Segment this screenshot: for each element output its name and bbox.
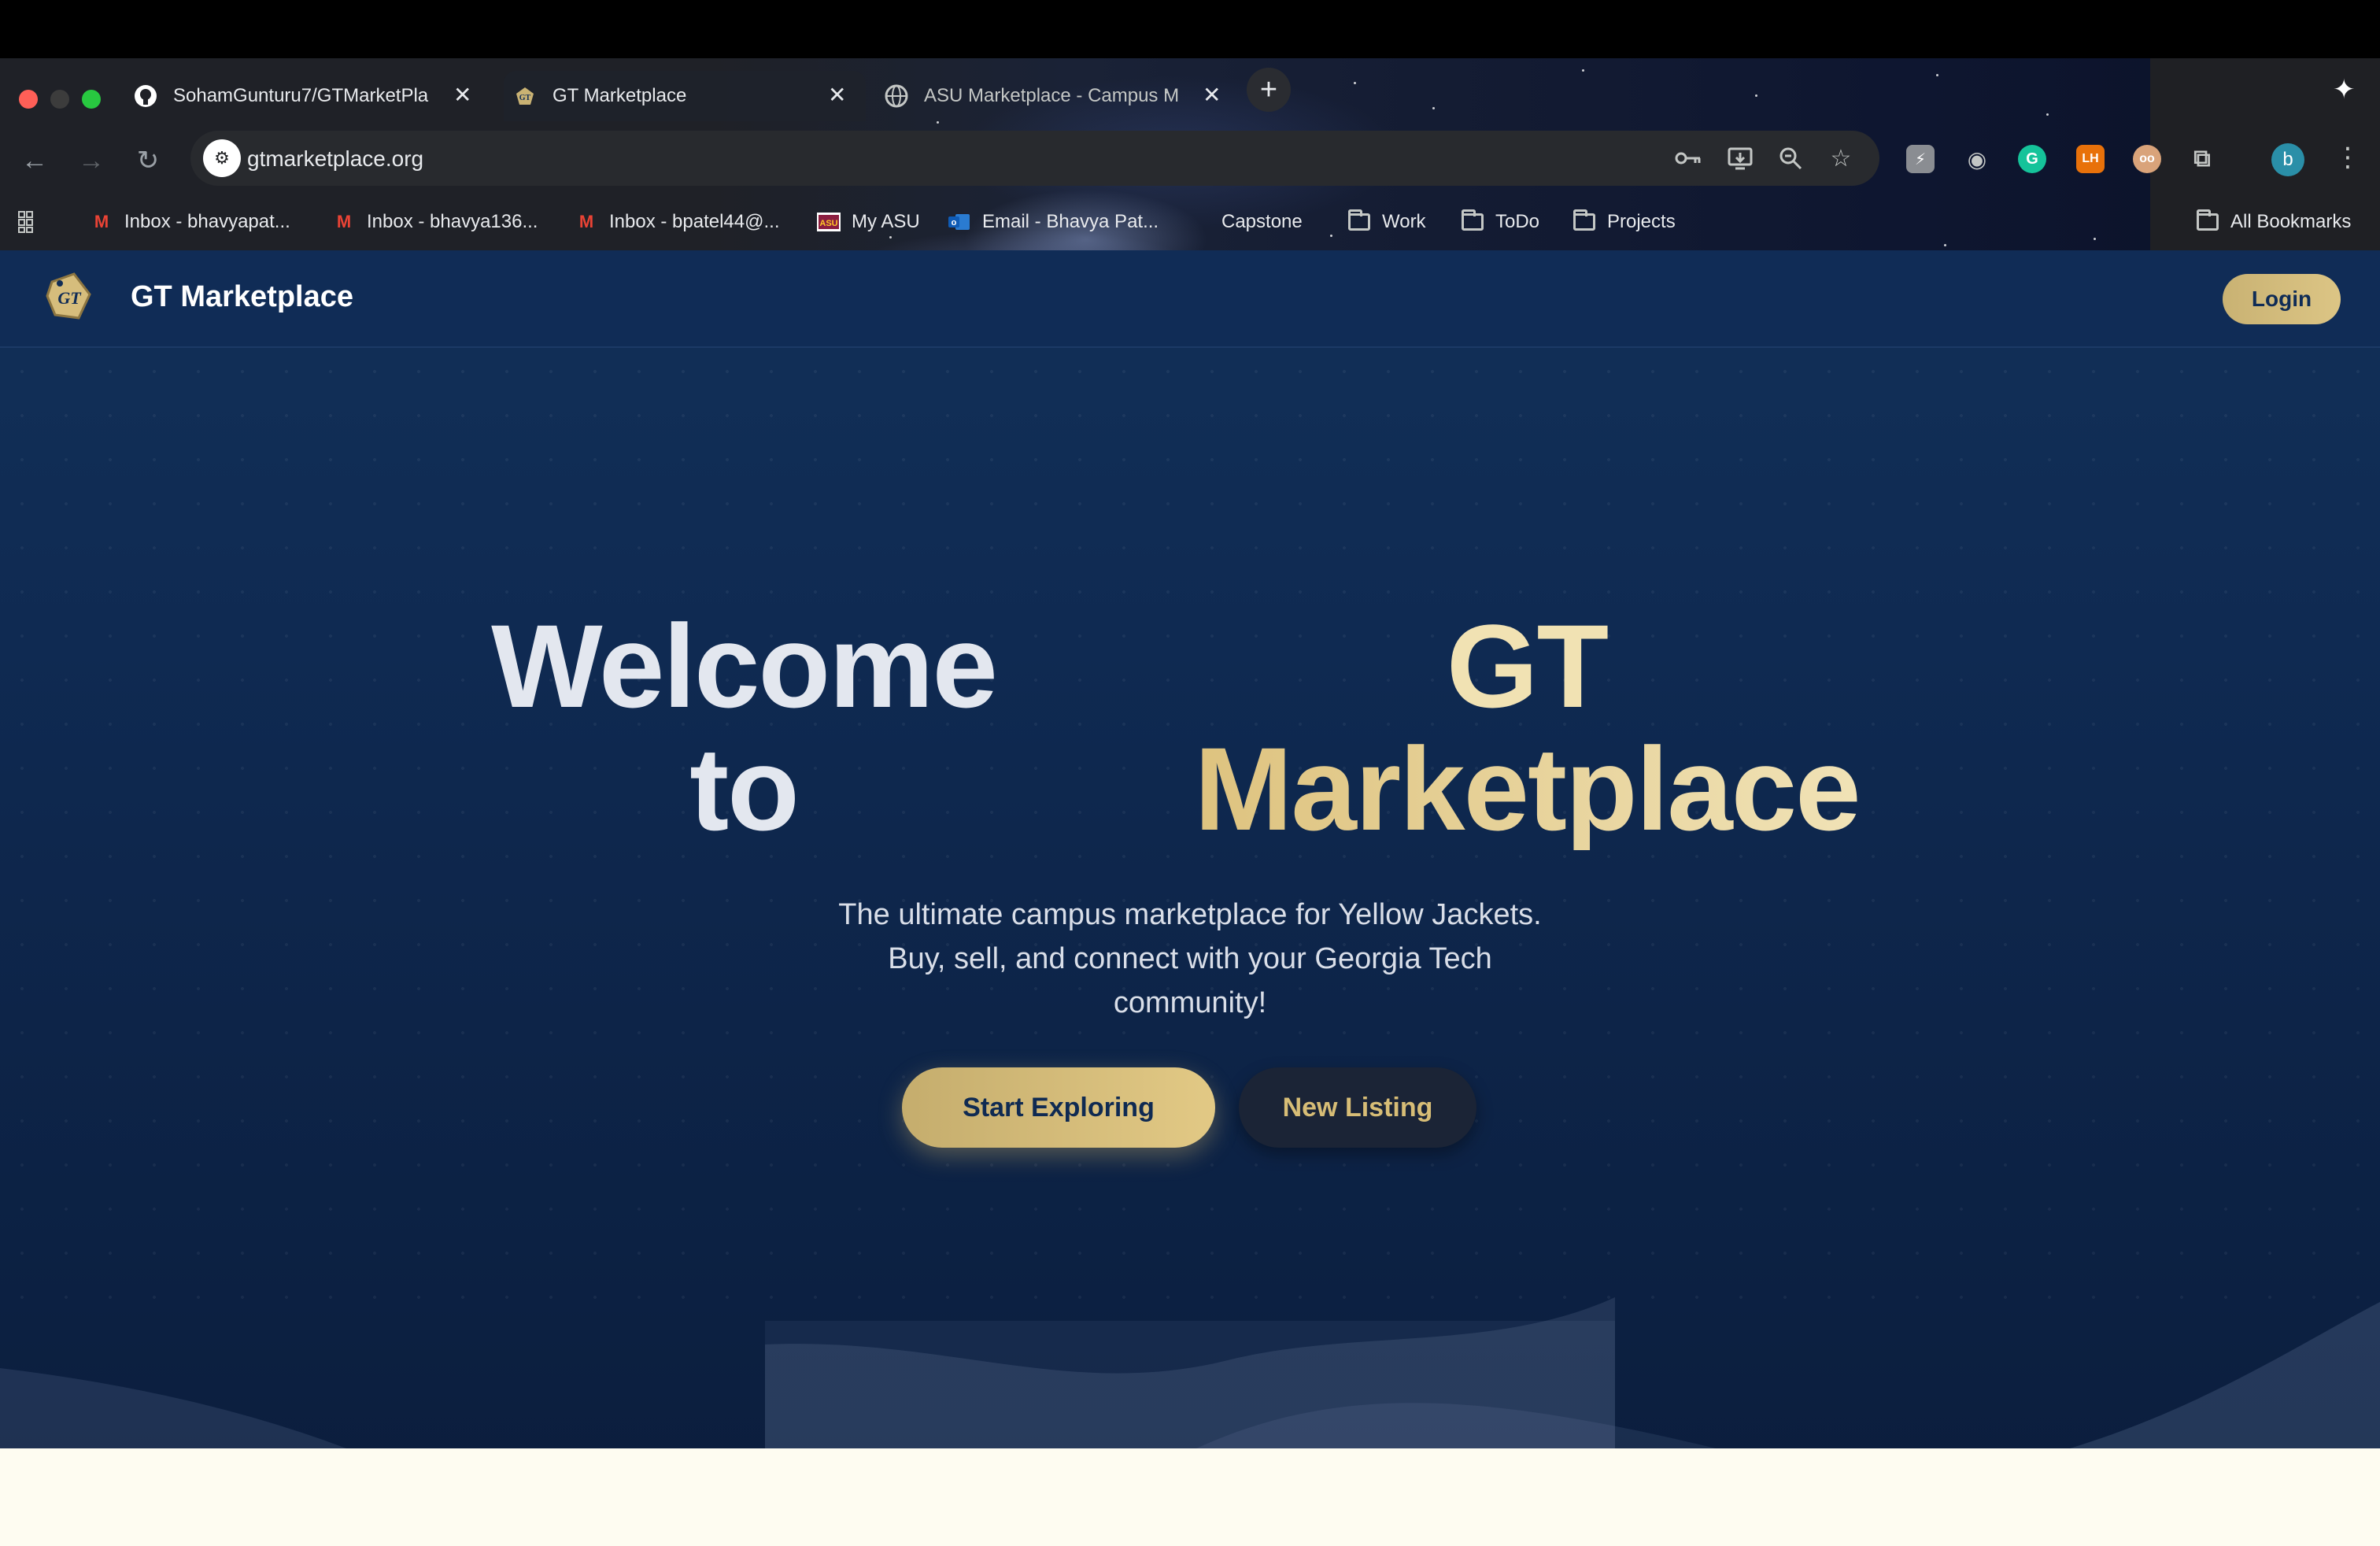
address-bar[interactable]: ⚙ gtmarketplace.org ☆ <box>190 131 1879 186</box>
tagline-line: Buy, sell, and connect with your Georgia… <box>888 942 1492 975</box>
all-bookmarks-label: All Bookmarks <box>2230 211 2352 232</box>
extension-face-icon[interactable]: oo <box>2133 145 2161 173</box>
site-brand[interactable]: GT Marketplace <box>131 280 353 314</box>
tab-asu-marketplace[interactable]: ASU Marketplace - Campus M ✕ <box>885 71 1231 121</box>
bookmark-label: Capstone <box>1221 211 1303 232</box>
forward-icon[interactable]: → <box>74 143 109 178</box>
apps-grid-icon[interactable] <box>17 208 41 236</box>
url-text[interactable]: gtmarketplace.org <box>247 146 423 172</box>
bookmark-folder-todo[interactable]: ToDo <box>1461 208 1539 236</box>
install-app-icon[interactable] <box>1725 143 1755 173</box>
hero-welcome-text: Welcome to <box>441 605 1047 850</box>
extension-camera-icon[interactable]: ◉ <box>1963 145 1991 173</box>
svg-text:GT: GT <box>519 94 531 102</box>
github-icon <box>134 84 157 108</box>
tagline-line: community! <box>1113 986 1267 1019</box>
folder-icon <box>1572 209 1596 232</box>
hero-marketplace-line: Marketplace <box>1133 727 1920 850</box>
bookmark-star-icon[interactable]: ☆ <box>1826 143 1856 173</box>
asu-icon: ASU <box>817 212 841 232</box>
new-listing-button[interactable]: New Listing <box>1239 1067 1476 1148</box>
gmail-icon: M <box>336 212 352 231</box>
hero-brand-text: GT Marketplace <box>1133 605 1920 850</box>
maximize-window-button[interactable] <box>82 90 101 109</box>
bookmark-inbox-2[interactable]: M Inbox - bhavya136... <box>332 208 538 236</box>
svg-text:ASU: ASU <box>819 219 837 228</box>
site-info-icon[interactable]: ⚙ <box>203 139 241 177</box>
start-exploring-button[interactable]: Start Exploring <box>902 1067 1215 1148</box>
web-page: GT GT Marketplace Login Welcome to GT Ma… <box>0 250 2380 1546</box>
new-tab-button[interactable]: + <box>1247 68 1291 112</box>
hero-tagline: The ultimate campus marketplace for Yell… <box>796 893 1584 1025</box>
window-top-bar <box>0 0 2380 58</box>
zoom-icon[interactable] <box>1776 143 1805 173</box>
grammarly-icon[interactable]: G <box>2018 145 2046 173</box>
extension-lh-icon[interactable]: LH <box>2076 145 2105 173</box>
svg-text:o: o <box>952 218 957 227</box>
back-icon[interactable]: ← <box>17 143 52 178</box>
hero-to-line: to <box>689 723 800 855</box>
all-bookmarks-button[interactable]: All Bookmarks <box>2196 208 2351 236</box>
bookmark-label: Projects <box>1607 211 1676 232</box>
profile-avatar[interactable]: b <box>2271 143 2304 176</box>
site-header: GT GT Marketplace Login <box>0 250 2380 348</box>
close-tab-icon[interactable]: ✕ <box>1203 82 1221 108</box>
minimize-window-button[interactable] <box>50 90 69 109</box>
folder-icon <box>1461 209 1484 232</box>
tagline-line: The ultimate campus marketplace for Yell… <box>838 898 1542 931</box>
bookmark-label: Email - Bhavya Pat... <box>982 211 1159 232</box>
tab-title: GT Marketplace <box>552 85 687 106</box>
next-section <box>0 1448 2380 1546</box>
tab-gt-marketplace[interactable]: GT GT Marketplace ✕ <box>504 71 866 121</box>
close-tab-icon[interactable]: ✕ <box>828 82 846 108</box>
tab-github[interactable]: SohamGunturu7/GTMarketPla ✕ <box>134 71 480 121</box>
bookmark-email[interactable]: o Email - Bhavya Pat... <box>948 208 1159 236</box>
gemini-sparkle-icon[interactable]: ✦ <box>2333 74 2356 105</box>
bookmark-label: Inbox - bpatel44@... <box>609 211 780 232</box>
bookmark-label: My ASU <box>852 211 920 232</box>
tab-title: SohamGunturu7/GTMarketPla <box>173 85 429 106</box>
folder-icon <box>2196 209 2219 232</box>
bookmark-label: Inbox - bhavyapat... <box>124 211 290 232</box>
hero-gt-line: GT <box>1446 600 1609 732</box>
gmail-icon: M <box>94 212 109 231</box>
extensions-puzzle-icon[interactable]: ⧉ <box>2188 145 2216 173</box>
hero-welcome-line: Welcome <box>491 600 998 732</box>
gt-logo-icon[interactable]: GT <box>44 271 93 321</box>
extension-sticky-icon[interactable]: ⚡ <box>1906 145 1935 173</box>
reload-icon[interactable]: ↻ <box>131 143 165 178</box>
bookmark-folder-projects[interactable]: Projects <box>1572 208 1676 236</box>
svg-text:GT: GT <box>57 288 82 308</box>
globe-icon <box>885 84 908 108</box>
bookmark-label: Inbox - bhavya136... <box>367 211 538 232</box>
outlook-icon: o <box>948 212 971 232</box>
folder-icon <box>1347 209 1371 232</box>
close-tab-icon[interactable]: ✕ <box>453 82 471 108</box>
bookmark-inbox-3[interactable]: M Inbox - bpatel44@... <box>575 208 780 236</box>
gt-logo-icon: GT <box>513 84 537 108</box>
bookmark-my-asu[interactable]: ASU My ASU <box>817 208 920 236</box>
bookmark-label: ToDo <box>1495 211 1540 232</box>
bookmark-inbox-1[interactable]: M Inbox - bhavyapat... <box>90 208 290 236</box>
login-button[interactable]: Login <box>2223 274 2341 324</box>
bookmark-folder-work[interactable]: Work <box>1347 208 1426 236</box>
blank-icon <box>1196 212 1210 232</box>
close-window-button[interactable] <box>19 90 38 109</box>
bookmark-capstone[interactable]: Capstone <box>1196 208 1303 236</box>
browser-menu-icon[interactable]: ⋮ <box>2334 142 2361 173</box>
gmail-icon: M <box>578 212 594 231</box>
password-key-icon[interactable] <box>1673 143 1703 173</box>
bookmark-label: Work <box>1382 211 1426 232</box>
tab-title: ASU Marketplace - Campus M <box>924 85 1180 106</box>
